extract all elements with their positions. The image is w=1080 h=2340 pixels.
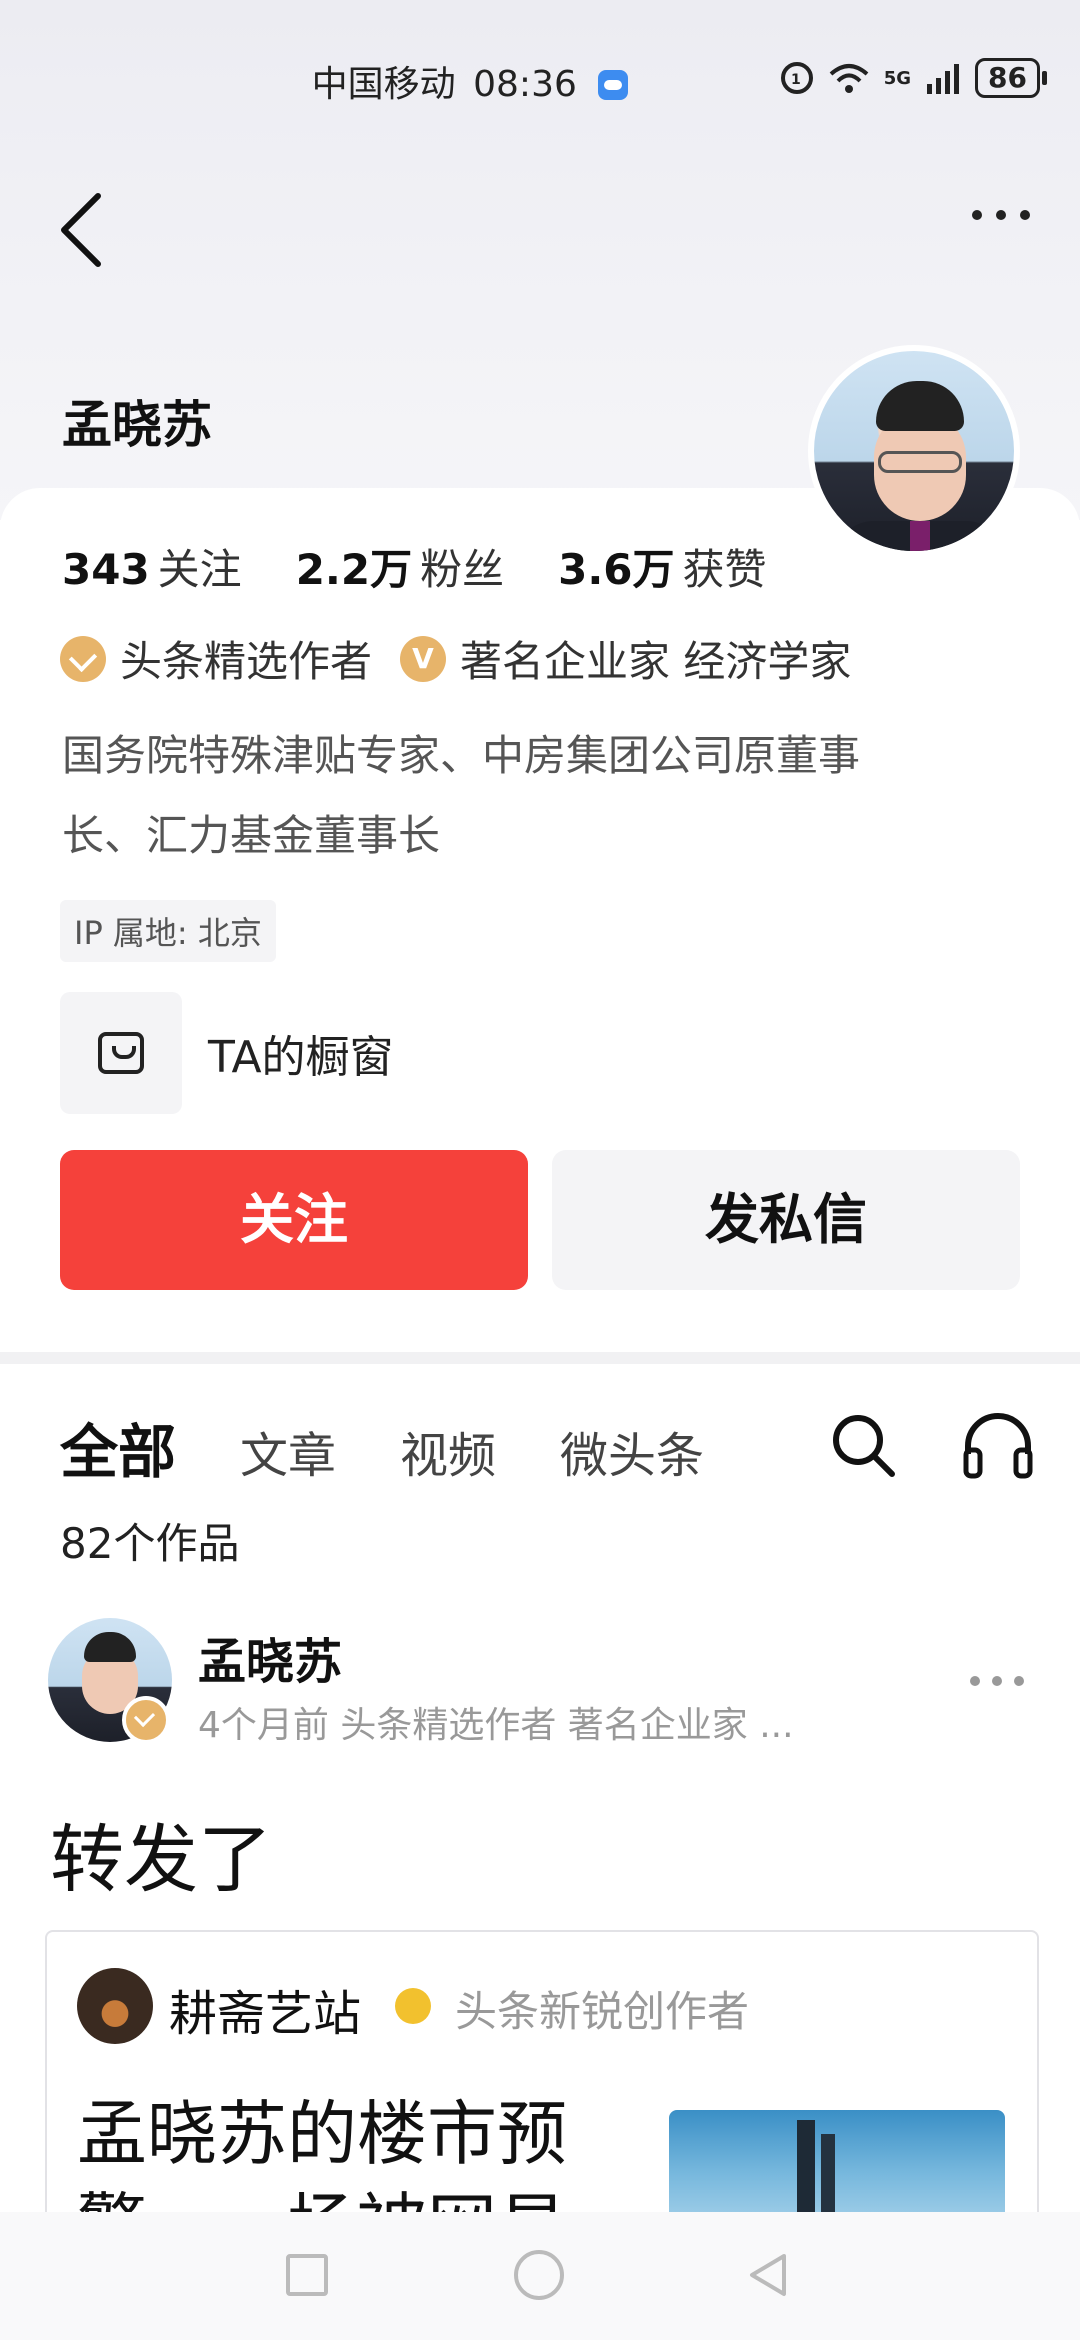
stat-following[interactable]: 343 关注 [62, 536, 242, 597]
weather-icon [598, 70, 629, 100]
post-text: 转发了 [50, 1817, 272, 1903]
profile-stats: 343 关注 2.2万 粉丝 3.6万 获赞 [62, 536, 767, 597]
message-button[interactable]: 发私信 [552, 1150, 1020, 1290]
back-icon[interactable] [56, 190, 106, 270]
profile-avatar[interactable] [808, 345, 1020, 557]
shop-window-label: TA的橱窗 [208, 1032, 394, 1083]
stat-followers[interactable]: 2.2万 粉丝 [296, 536, 504, 597]
profile-name: 孟晓苏 [62, 396, 212, 454]
home-icon[interactable] [514, 2250, 564, 2300]
recent-apps-icon[interactable] [286, 2254, 328, 2296]
carrier-label: 中国移动 [311, 64, 456, 105]
clock: 08:36 [473, 64, 577, 105]
headphones-icon[interactable] [960, 1410, 1036, 1480]
ip-location-tag: IP 属地: 北京 [60, 900, 276, 962]
profile-card: 343 关注 2.2万 粉丝 3.6万 获赞 头条精选作者 V 著名企业家 经济学家 … [0, 488, 1080, 1350]
profile-bio: 国务院特殊津贴专家、中房集团公司原董事 长、汇力基金董事长 [62, 731, 861, 860]
wifi-icon [829, 64, 869, 93]
post-more-icon[interactable] [970, 1676, 1024, 1686]
tab-all[interactable]: 全部 [60, 1405, 176, 1489]
section-divider [0, 1352, 1080, 1364]
quoted-post-title[interactable]: 孟晓苏的楼市预警……场被网易 [77, 2088, 637, 2222]
profile-badges: 头条精选作者 V 著名企业家 经济学家 [60, 628, 851, 689]
search-icon[interactable] [828, 1410, 898, 1480]
svg-text:1: 1 [791, 72, 801, 88]
quoted-author-avatar[interactable] [77, 1968, 153, 2044]
post-meta: 4个月前 头条精选作者 著名企业家 ... [198, 1705, 794, 1746]
content-tabs: 全部 文章 视频 微头条 [60, 1405, 704, 1489]
verified-author-icon [60, 635, 106, 682]
hd-call-icon: 1 [780, 62, 813, 94]
shop-window-entry[interactable]: TA的橱窗 [60, 992, 394, 1114]
battery-indicator: 86 [975, 58, 1047, 98]
author-badge-label: 头条精选作者 [120, 637, 373, 686]
verified-author-icon [122, 1696, 170, 1744]
shopping-bag-icon [60, 992, 182, 1114]
quoted-post-thumbnail[interactable] [669, 2110, 1005, 2222]
quoted-author-desc: 头条新锐创作者 [455, 1987, 750, 2036]
follow-button[interactable]: 关注 [60, 1150, 528, 1290]
more-options-icon[interactable] [972, 210, 1030, 220]
status-bar-right: 1 5G 86 [780, 58, 1047, 98]
stat-likes[interactable]: 3.6万 获赞 [558, 536, 766, 597]
title-badge-label: 著名企业家 经济学家 [460, 637, 852, 686]
tab-articles[interactable]: 文章 [240, 1416, 336, 1486]
network-type: 5G [883, 67, 912, 89]
quoted-post-card[interactable]: 耕斋艺站 头条新锐创作者 孟晓苏的楼市预警……场被网易 [45, 1930, 1039, 2222]
tab-videos[interactable]: 视频 [400, 1416, 496, 1486]
nav-back-icon[interactable] [744, 2250, 794, 2300]
v-badge-icon: V [400, 635, 447, 682]
tab-micro-posts[interactable]: 微头条 [560, 1416, 704, 1486]
signal-icon [927, 64, 960, 94]
post-author-name[interactable]: 孟晓苏 [198, 1622, 342, 1692]
quoted-author-name[interactable]: 耕斋艺站 [169, 1974, 361, 2044]
works-count: 82个作品 [60, 1519, 240, 1568]
creator-badge-icon [395, 1988, 431, 2024]
